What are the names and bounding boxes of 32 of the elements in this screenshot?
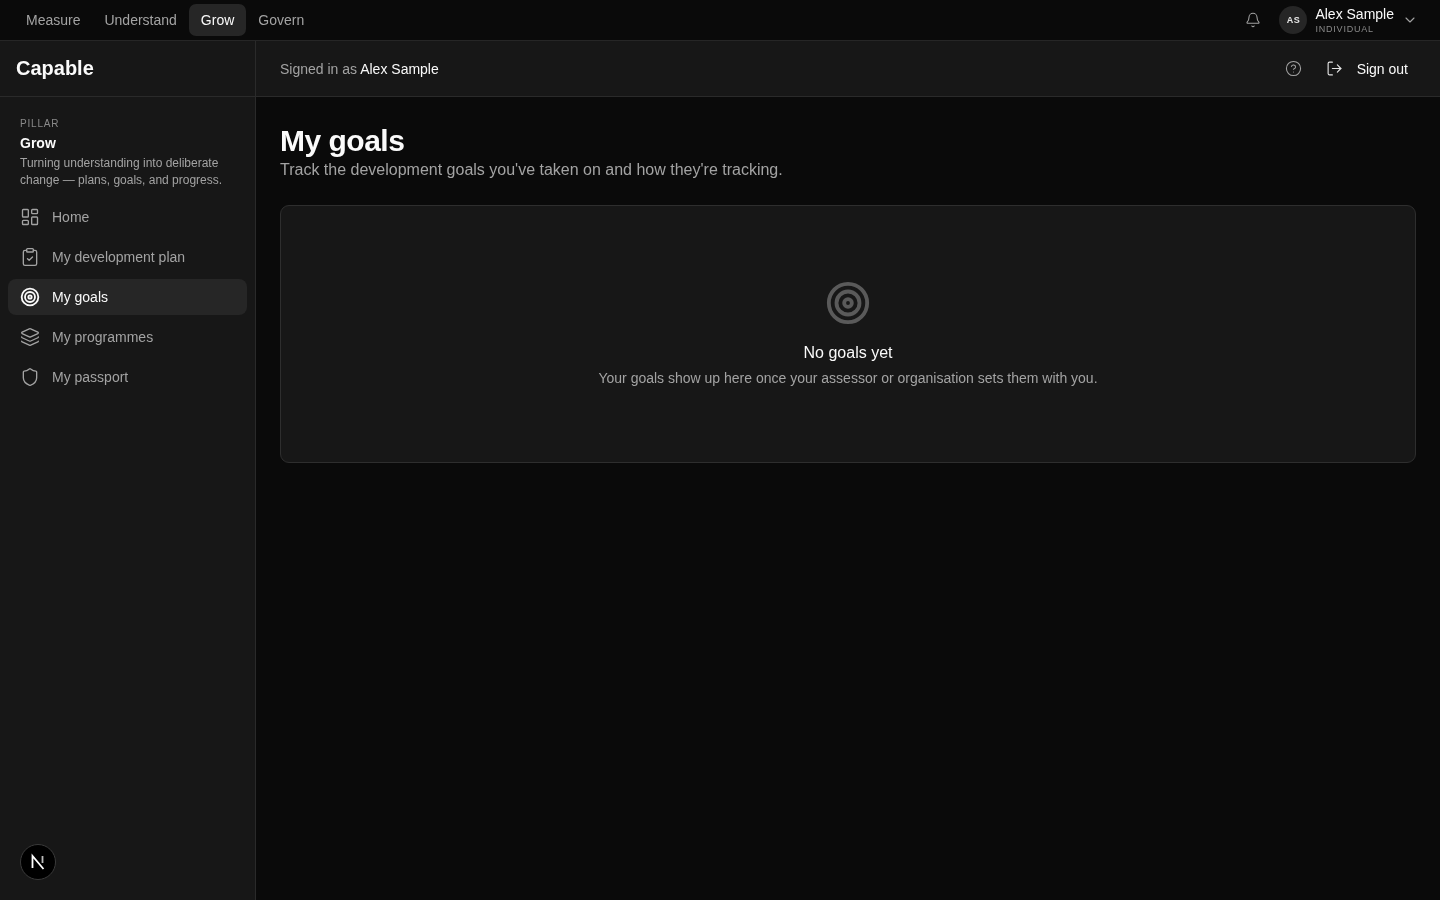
target-icon: [825, 280, 871, 326]
brand-name: Capable: [16, 57, 94, 80]
layers-icon: [20, 327, 40, 347]
sign-out-icon: [1325, 60, 1343, 77]
user-role: INDIVIDUAL: [1315, 22, 1375, 35]
empty-state-title: No goals yet: [803, 343, 893, 363]
target-icon: [20, 287, 40, 307]
pillar-tab[interactable]: Understand: [92, 4, 189, 36]
grid-icon: [20, 207, 40, 227]
bell-icon[interactable]: [1245, 12, 1262, 28]
empty-state-message: Your goals show up here once your assessor or organisation sets them with you.: [598, 369, 1098, 388]
sidebar-item[interactable]: My development plan: [8, 239, 247, 275]
clipboard-check-icon: [20, 247, 40, 267]
pillar-tab[interactable]: Measure: [14, 4, 93, 36]
pillar-label: PILLAR: [20, 117, 61, 131]
sidebar-item[interactable]: My programmes: [8, 319, 247, 355]
page-subtitle: Track the development goals you've taken on and how they're tracking.: [280, 160, 784, 180]
shield-icon: [20, 367, 40, 387]
pillar-name: Grow: [20, 134, 57, 152]
pillar-tab[interactable]: Grow: [188, 4, 247, 36]
user-name: Alex Sample: [1315, 5, 1394, 23]
signed-in-text: Signed in as Alex Sample: [280, 60, 439, 77]
pillar-tab[interactable]: Govern: [246, 4, 317, 36]
sidebar-item[interactable]: My passport: [8, 359, 247, 395]
sidebar-item[interactable]: Home: [8, 199, 247, 235]
user-avatar: AS: [1279, 6, 1308, 34]
help-icon[interactable]: [1284, 60, 1302, 77]
page-title: My goals: [280, 123, 406, 159]
n-logo-icon[interactable]: [20, 844, 56, 880]
pillar-description: Turning understanding into deliberate change — plans, goals, and progress.: [20, 155, 224, 189]
sidebar-item[interactable]: My goals: [8, 279, 247, 315]
sign-out-button[interactable]: Sign out: [1317, 54, 1416, 83]
